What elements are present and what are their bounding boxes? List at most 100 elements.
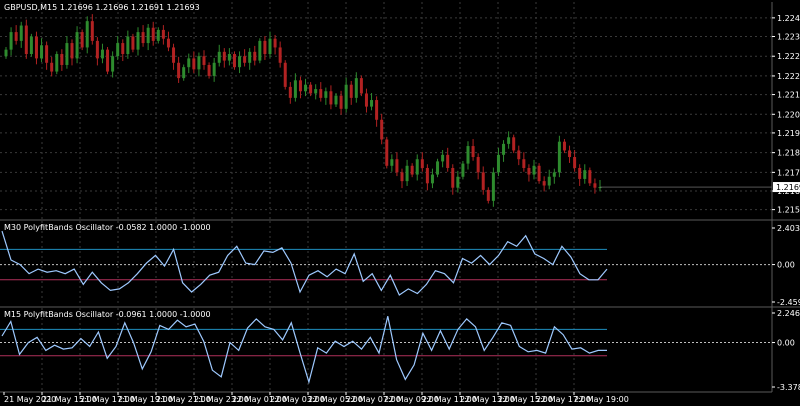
- candle-body: [182, 67, 186, 79]
- current-price-badge: 1.21693: [773, 182, 800, 193]
- candle: [385, 136, 389, 169]
- candle: [232, 51, 236, 70]
- candle-body: [573, 157, 577, 168]
- candle-body: [354, 78, 358, 98]
- candle-body: [344, 84, 348, 109]
- candle-body: [131, 36, 135, 50]
- candle-body: [375, 100, 379, 120]
- price-label: 1.22025: [777, 110, 800, 119]
- candle-body: [34, 36, 38, 59]
- candle-body: [436, 161, 440, 175]
- oscillator-level-label: -3.3785: [777, 383, 800, 392]
- candle-body: [166, 38, 170, 48]
- candle-body: [415, 159, 419, 175]
- candle-body: [146, 27, 150, 44]
- candle-body: [400, 172, 404, 182]
- candle-body: [45, 45, 49, 63]
- oscillator-title: M15 PolyfitBands Oscillator -0.0961 1.00…: [4, 310, 211, 319]
- price-label: 1.22290: [777, 52, 800, 61]
- candle-body: [451, 167, 455, 188]
- candle: [55, 51, 59, 75]
- candle-body: [126, 36, 130, 55]
- candle-body: [19, 25, 23, 41]
- candle-body: [60, 54, 64, 65]
- oscillator-level-label: 0.00: [777, 261, 795, 270]
- candle: [557, 135, 561, 178]
- candle-body: [217, 51, 221, 63]
- candle: [283, 60, 287, 90]
- candle-body: [583, 170, 587, 179]
- candle-body: [390, 159, 394, 166]
- candle-body: [568, 150, 572, 158]
- candle-body: [227, 54, 231, 61]
- candle: [80, 29, 84, 51]
- oscillator-level-label: 2.2462: [777, 309, 800, 318]
- candle-body: [522, 159, 526, 168]
- chart-background: [0, 0, 800, 406]
- candle-body: [324, 91, 328, 98]
- candle-body: [207, 64, 211, 76]
- candle: [359, 75, 363, 97]
- candle-body: [481, 172, 485, 190]
- candle-body: [9, 32, 13, 50]
- candle-body: [410, 165, 414, 175]
- oscillator-level-label: 0.00: [777, 339, 795, 348]
- candle-body: [578, 167, 582, 179]
- candle-body: [537, 165, 541, 182]
- candle-body: [151, 27, 155, 41]
- price-label: 1.22465: [777, 14, 800, 23]
- candle-body: [283, 62, 287, 87]
- candle-body: [420, 159, 424, 168]
- candle-body: [29, 36, 33, 55]
- candle-body: [471, 146, 475, 158]
- candle-body: [496, 154, 500, 173]
- candle-body: [263, 40, 267, 55]
- oscillator-level-label: -2.459: [777, 298, 800, 307]
- candle-body: [24, 25, 28, 55]
- candle: [131, 33, 135, 53]
- candle-body: [593, 183, 597, 188]
- candle-body: [476, 157, 480, 173]
- candle: [537, 163, 541, 184]
- candle-body: [192, 58, 196, 70]
- candle: [29, 33, 33, 57]
- candle-body: [349, 84, 353, 98]
- candle-body: [90, 21, 94, 41]
- candle-body: [380, 119, 384, 140]
- oscillator-level-label: 2.4033: [777, 224, 800, 233]
- trading-chart[interactable]: GBPUSD,M15 1.21696 1.21696 1.21691 1.216…: [0, 0, 800, 406]
- candle-body: [359, 78, 363, 94]
- candle-body: [177, 62, 181, 79]
- candle-body: [111, 56, 115, 72]
- candle-body: [456, 176, 460, 188]
- candle-body: [141, 32, 145, 44]
- candle-body: [293, 80, 297, 98]
- candle: [436, 158, 440, 178]
- current-price-label: 1.21693: [776, 183, 800, 192]
- candle-body: [278, 47, 282, 63]
- candle-body: [588, 170, 592, 184]
- candle-body: [268, 38, 272, 55]
- candle-body: [562, 141, 566, 151]
- candle-body: [339, 95, 343, 109]
- price-label: 1.22115: [777, 91, 800, 100]
- price-pane-title: GBPUSD,M15 1.21696 1.21696 1.21691 1.216…: [4, 3, 200, 12]
- price-label: 1.21760: [777, 168, 800, 177]
- oscillator-title: M30 PolyfitBands Oscillator -0.0582 1.00…: [4, 223, 211, 232]
- candle-body: [253, 51, 257, 61]
- candle-body: [212, 62, 216, 76]
- candle: [461, 160, 465, 180]
- candle-body: [304, 84, 308, 92]
- candle-body: [202, 56, 206, 65]
- candle-body: [298, 80, 302, 92]
- candle-body: [461, 163, 465, 177]
- candle-body: [466, 146, 470, 164]
- candle-body: [121, 43, 125, 55]
- candle-body: [172, 47, 176, 63]
- price-label: 1.22380: [777, 32, 800, 41]
- price-label: 1.21850: [777, 149, 800, 158]
- candle-body: [258, 40, 262, 61]
- candle-body: [116, 43, 120, 57]
- candle-body: [364, 93, 368, 107]
- candle-body: [512, 137, 516, 151]
